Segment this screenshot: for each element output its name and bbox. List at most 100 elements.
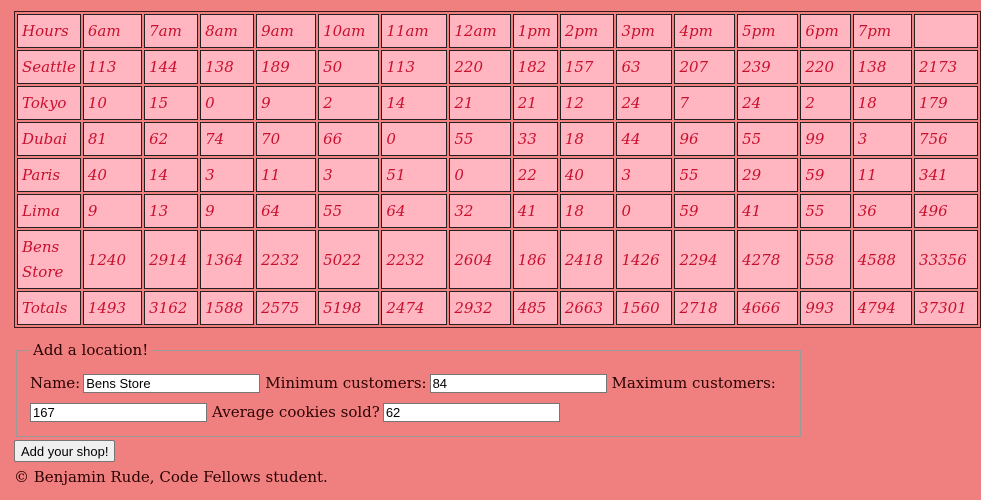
table-cell: 12 (559, 86, 615, 120)
table-cell: 2418 (559, 230, 615, 289)
avg-cookies-label: Average cookies sold? (212, 403, 380, 421)
table-cell: 239 (737, 50, 799, 84)
table-cell: 186 (512, 230, 558, 289)
table-cell: 3 (852, 122, 913, 156)
table-cell: 138 (200, 50, 255, 84)
table-cell: 182 (512, 50, 558, 84)
table-cell: 21 (449, 86, 511, 120)
table-cell: 7am (144, 14, 199, 48)
table-cell: 2663 (559, 291, 615, 325)
table-cell: 81 (82, 122, 143, 156)
table-cell: 5pm (737, 14, 799, 48)
table-cell: 2232 (381, 230, 448, 289)
table-cell: 1pm (512, 14, 558, 48)
table-cell: 99 (800, 122, 851, 156)
table-cell: 189 (256, 50, 317, 84)
min-customers-input[interactable] (429, 373, 607, 393)
table-cell: 7 (674, 86, 736, 120)
row-header-cell: Paris (17, 158, 81, 192)
table-row: Seattle 113 144 138 189 50 113 220 182 157 63 207 23… (17, 50, 978, 84)
table-row: Tokyo 10 15 0 9 2 14 21 21 12 24 7 24 2 18 179 (17, 86, 978, 120)
max-customers-input[interactable] (30, 402, 207, 422)
table-cell: 55 (737, 122, 799, 156)
table-cell: 64 (256, 194, 317, 228)
table-cell: 37301 (914, 291, 978, 325)
table-cell: 5198 (318, 291, 380, 325)
table-row: Paris 40 14 3 11 3 51 0 22 40 3 55 29 59 11 341 (17, 158, 978, 192)
table-cell: 70 (256, 122, 317, 156)
table-cell: 32 (449, 194, 511, 228)
table-cell: 2232 (256, 230, 317, 289)
table-cell: 18 (852, 86, 913, 120)
table-cell: 9 (200, 194, 255, 228)
name-input[interactable] (83, 373, 261, 393)
table-cell: 993 (800, 291, 851, 325)
row-header-cell: Dubai (17, 122, 81, 156)
table-cell: 41 (512, 194, 558, 228)
table-cell: 3 (200, 158, 255, 192)
table-cell: 36 (852, 194, 913, 228)
table-cell: 44 (616, 122, 673, 156)
table-cell: 2 (800, 86, 851, 120)
table-cell: 8am (200, 14, 255, 48)
table-cell: 62 (144, 122, 199, 156)
avg-cookies-input[interactable] (382, 402, 560, 422)
table-cell: 113 (381, 50, 448, 84)
table-row: Lima 9 13 9 64 55 64 32 41 18 0 59 41 55 36 496 (17, 194, 978, 228)
table-cell: 55 (318, 194, 380, 228)
table-cell: 1588 (200, 291, 255, 325)
table-cell: 33356 (914, 230, 978, 289)
table-cell: 22 (512, 158, 558, 192)
table-cell: 2932 (449, 291, 511, 325)
table-cell: 40 (559, 158, 615, 192)
table-cell: 6am (82, 14, 143, 48)
table-cell: 341 (914, 158, 978, 192)
table-cell: 64 (381, 194, 448, 228)
table-cell: 12am (449, 14, 511, 48)
table-cell: 2718 (674, 291, 736, 325)
table-cell: 0 (616, 194, 673, 228)
table-cell: 29 (737, 158, 799, 192)
table-cell: 2575 (256, 291, 317, 325)
table-cell: 1240 (82, 230, 143, 289)
footer-credit: © Benjamin Rude, Code Fellows student. (14, 468, 328, 486)
sales-table: Hours 6am 7am 8am 9am 10am 11am 12am 1pm 2pm 3pm 4p… (14, 11, 981, 328)
table-cell: 63 (616, 50, 673, 84)
table-cell: 51 (381, 158, 448, 192)
table-cell: 11 (852, 158, 913, 192)
row-header-cell: Hours (17, 14, 81, 48)
form-row-1: Name: Minimum customers: Maximum custome… (30, 370, 790, 396)
table-cell: 6pm (800, 14, 851, 48)
table-cell: 10am (318, 14, 380, 48)
table-cell (914, 14, 978, 48)
name-label: Name: (30, 374, 81, 392)
table-cell: 2294 (674, 230, 736, 289)
table-cell: 207 (674, 50, 736, 84)
table-cell: 220 (449, 50, 511, 84)
table-cell: 4794 (852, 291, 913, 325)
table-cell: 50 (318, 50, 380, 84)
table-cell: 40 (82, 158, 143, 192)
table-cell: 1493 (82, 291, 143, 325)
table-cell: 55 (449, 122, 511, 156)
table-cell: 558 (800, 230, 851, 289)
table-cell: 24 (737, 86, 799, 120)
table-cell: 9 (82, 194, 143, 228)
table-totals-row: Totals 1493 3162 1588 2575 5198 2474 2932 485 266… (17, 291, 978, 325)
table-cell: 14 (381, 86, 448, 120)
row-header-cell: Seattle (17, 50, 81, 84)
table-cell: 10 (82, 86, 143, 120)
table-cell: 41 (737, 194, 799, 228)
table-cell: 9 (256, 86, 317, 120)
sales-table-body: Hours 6am 7am 8am 9am 10am 11am 12am 1pm 2pm 3pm 4p… (17, 14, 978, 325)
table-cell: 4666 (737, 291, 799, 325)
table-cell: 3162 (144, 291, 199, 325)
table-cell: 1364 (200, 230, 255, 289)
table-cell: 33 (512, 122, 558, 156)
table-cell: 2914 (144, 230, 199, 289)
table-cell: 18 (559, 122, 615, 156)
table-cell: 74 (200, 122, 255, 156)
add-shop-button[interactable]: Add your shop! (14, 440, 116, 462)
table-cell: 96 (674, 122, 736, 156)
max-customers-label: Maximum customers: (611, 374, 776, 392)
